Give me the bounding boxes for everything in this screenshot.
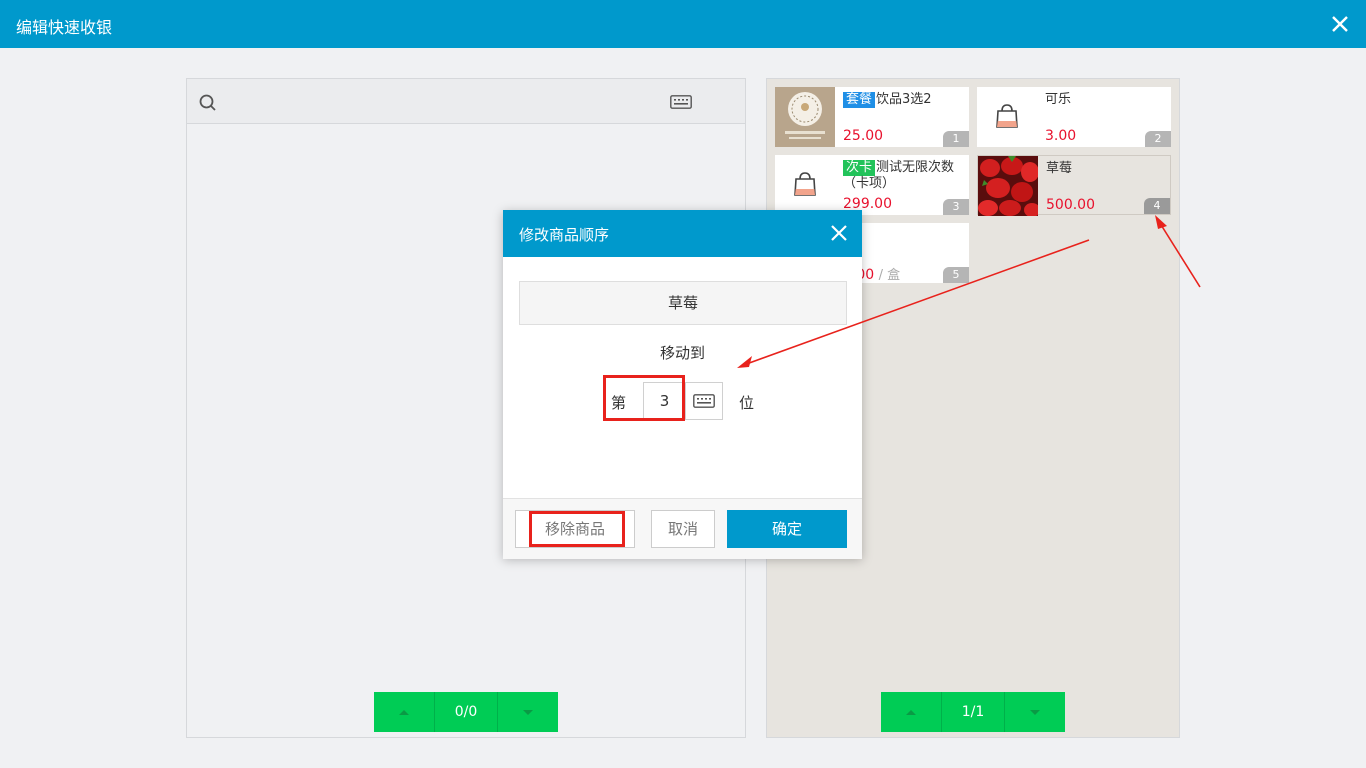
close-icon[interactable] — [1328, 12, 1352, 36]
strawberry-image — [978, 156, 1038, 216]
confirm-button[interactable]: 确定 — [727, 510, 847, 548]
product-unit: / 盒 — [878, 268, 901, 283]
position-suffix: 位 — [739, 394, 755, 412]
keyboard-icon — [693, 394, 715, 408]
catalog-pager: 0/0 — [374, 692, 558, 732]
page-indicator: 0/0 — [434, 692, 498, 732]
keyboard-button[interactable] — [685, 382, 723, 420]
page-up-button[interactable] — [881, 692, 941, 732]
search-bar — [187, 79, 745, 124]
search-icon — [199, 94, 216, 111]
product-card[interactable]: 套餐 饮品3选2 25.00 1 — [775, 87, 969, 147]
product-card[interactable]: 次卡 测试无限次数（卡项） 299.00 3 — [775, 155, 969, 215]
product-price: 25.00 — [843, 128, 884, 144]
product-index-badge: 1 — [943, 131, 969, 147]
move-to-label: 移动到 — [659, 344, 705, 362]
product-image — [775, 87, 835, 147]
bag-icon — [977, 87, 1037, 147]
dialog-header: 修改商品顺序 — [503, 210, 862, 257]
product-price: 500.00 — [1046, 197, 1095, 213]
window-titlebar: 编辑快速收银 — [0, 0, 1366, 48]
product-name: 可乐 — [1045, 92, 1072, 107]
keyboard-icon[interactable] — [670, 95, 692, 109]
page-down-button[interactable] — [498, 692, 558, 732]
selected-product-name: 草莓 — [519, 281, 847, 325]
product-tag: 次卡 — [843, 160, 876, 176]
product-card-selected[interactable]: 草莓 500.00 4 — [977, 155, 1171, 216]
product-tag: 套餐 — [843, 92, 876, 108]
product-name: 次卡 测试无限次数（卡项） — [843, 160, 955, 191]
cancel-button[interactable]: 取消 — [651, 510, 715, 548]
product-index-badge: 2 — [1145, 131, 1171, 147]
product-card[interactable]: 可乐 3.00 2 — [977, 87, 1171, 147]
dialog-title: 修改商品顺序 — [519, 226, 610, 244]
arrow-down-icon — [522, 709, 533, 715]
close-icon[interactable] — [830, 224, 848, 242]
product-name: 套餐 饮品3选2 — [843, 92, 965, 108]
search-input[interactable] — [223, 87, 667, 117]
page-up-button[interactable] — [374, 692, 434, 732]
product-index-badge: 5 — [943, 267, 969, 283]
product-name: 草莓 — [1046, 161, 1073, 176]
arrow-up-icon — [399, 709, 410, 715]
cashier-pager: 1/1 — [881, 692, 1065, 732]
bag-icon — [775, 155, 835, 215]
annotation-highlight-box — [529, 511, 625, 547]
page-indicator: 1/1 — [941, 692, 1005, 732]
reorder-dialog: 修改商品顺序 草莓 移动到 第 位 移除商品 取消 确定 — [503, 210, 862, 559]
product-price: 3.00 — [1045, 128, 1077, 144]
product-index-badge: 3 — [943, 199, 969, 215]
product-index-badge: 4 — [1144, 198, 1170, 214]
window-title: 编辑快速收银 — [16, 18, 113, 37]
annotation-highlight-box — [603, 375, 685, 421]
arrow-down-icon — [1029, 709, 1040, 715]
page-down-button[interactable] — [1005, 692, 1065, 732]
arrow-up-icon — [906, 709, 917, 715]
